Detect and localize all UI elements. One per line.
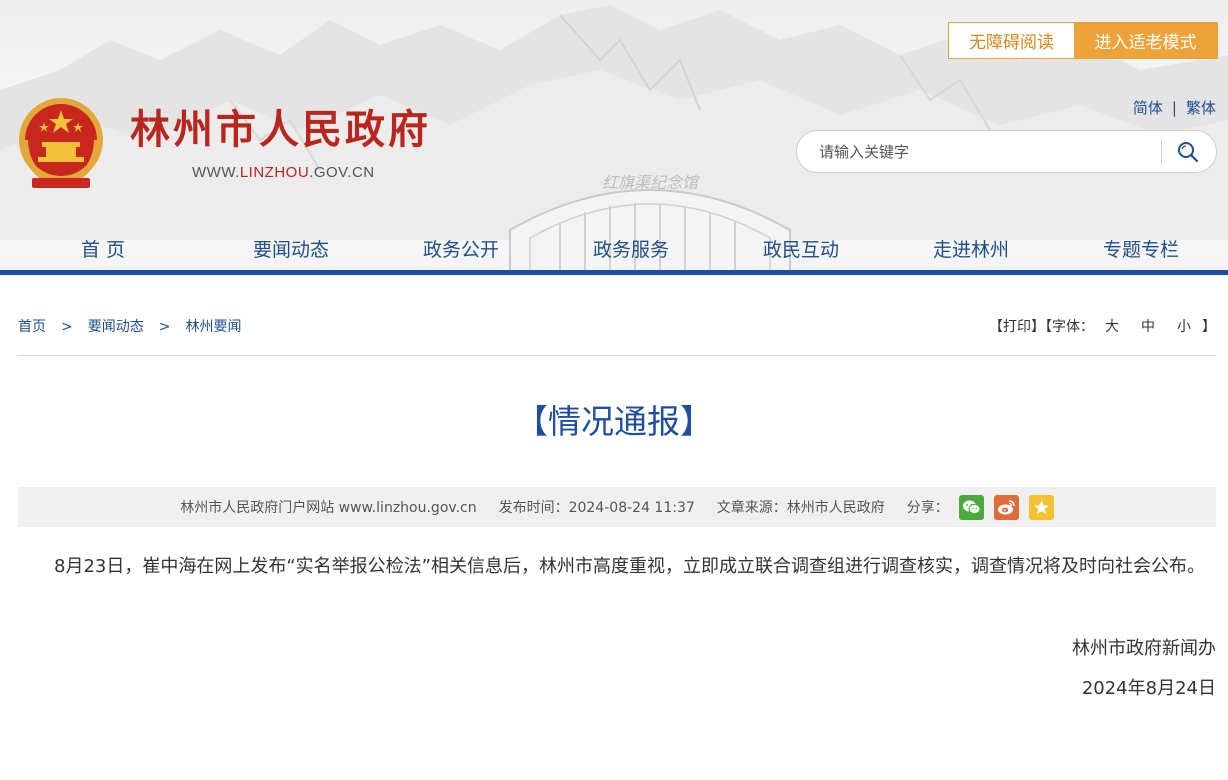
elder-mode-button[interactable]: 进入适老模式 <box>1074 23 1217 58</box>
nav-item-news[interactable]: 要闻动态 <box>206 230 376 270</box>
nav-item-gov-services[interactable]: 政务服务 <box>546 230 716 270</box>
article-date: 2024年8月24日 <box>1081 678 1216 699</box>
building-sign: 红旗渠纪念馆 <box>602 173 700 192</box>
nav-underline <box>0 270 1228 275</box>
accessible-reading-button[interactable]: 无障碍阅读 <box>949 23 1074 58</box>
print-button[interactable]: 【打印】 <box>989 319 1045 335</box>
search-input[interactable] <box>819 131 1159 172</box>
nav-item-interaction[interactable]: 政民互动 <box>716 230 886 270</box>
breadcrumb-separator: > <box>158 319 171 335</box>
breadcrumb: 首页 > 要闻动态 > 林州要闻 <box>18 316 241 336</box>
nav-item-about-linzhou[interactable]: 走进林州 <box>886 230 1056 270</box>
mode-bar: 无障碍阅读 进入适老模式 <box>948 22 1218 59</box>
article-title: 【情况通报】 <box>515 402 713 441</box>
font-size-suffix: 】 <box>1202 319 1216 335</box>
article-meta: 林州市人民政府门户网站 www.linzhou.gov.cn 发布时间：2024… <box>18 487 1216 527</box>
breadcrumb-linzhou-news[interactable]: 林州要闻 <box>185 319 241 335</box>
page-tools: 【打印】【字体： 大 中 小】 <box>989 316 1216 336</box>
meta-source: 文章来源：林州市人民政府 <box>716 500 885 516</box>
search-icon <box>1178 141 1199 162</box>
search-button[interactable] <box>1162 132 1214 172</box>
search-box <box>796 130 1217 173</box>
meta-share-label: 分享： <box>906 500 949 516</box>
weibo-icon[interactable] <box>993 494 1019 520</box>
breadcrumb-home[interactable]: 首页 <box>18 319 46 335</box>
main-nav: 首 页 要闻动态 政务公开 政务服务 政民互动 走进林州 专题专栏 <box>0 230 1228 270</box>
national-emblem-icon <box>19 98 103 188</box>
site-url-prefix: WWW. <box>192 164 240 181</box>
site-url-suffix: .GOV.CN <box>309 164 375 181</box>
wechat-icon[interactable] <box>958 494 984 520</box>
site-url: WWW.LINZHOU.GOV.CN <box>192 164 375 181</box>
lang-separator: | <box>1171 99 1177 117</box>
language-switch: 简体 | 繁体 <box>1133 97 1216 118</box>
meta-site: 林州市人民政府门户网站 www.linzhou.gov.cn <box>180 500 477 516</box>
font-size-medium[interactable]: 中 <box>1141 319 1155 335</box>
meta-publish-time: 发布时间：2024-08-24 11:37 <box>498 500 695 516</box>
nav-item-gov-affairs-public[interactable]: 政务公开 <box>376 230 546 270</box>
breadcrumb-separator: > <box>61 319 73 335</box>
lang-simplified-link[interactable]: 简体 <box>1133 99 1163 117</box>
divider <box>18 355 1216 356</box>
nav-item-special-topics[interactable]: 专题专栏 <box>1056 230 1226 270</box>
nav-item-home[interactable]: 首 页 <box>0 230 206 270</box>
font-size-prefix: 【字体： <box>1045 319 1094 335</box>
article-signature: 林州市政府新闻办 <box>1072 638 1216 659</box>
favorite-star-icon[interactable] <box>1028 494 1054 520</box>
article-body: 8月23日，崔中海在网上发布“实名举报公检法”相关信息后，林州市高度重视，立即成… <box>54 556 1206 577</box>
site-header: 红旗渠纪念馆 林州市人民政府 WWW.LINZHOU.GOV.CN 无障碍阅读 … <box>0 0 1228 276</box>
font-size-small[interactable]: 小 <box>1177 319 1191 335</box>
font-size-large[interactable]: 大 <box>1105 319 1119 335</box>
lang-traditional-link[interactable]: 繁体 <box>1186 99 1216 117</box>
site-url-highlight: LINZHOU <box>239 164 310 181</box>
site-title: 林州市人民政府 <box>130 106 431 153</box>
breadcrumb-news[interactable]: 要闻动态 <box>88 319 144 335</box>
